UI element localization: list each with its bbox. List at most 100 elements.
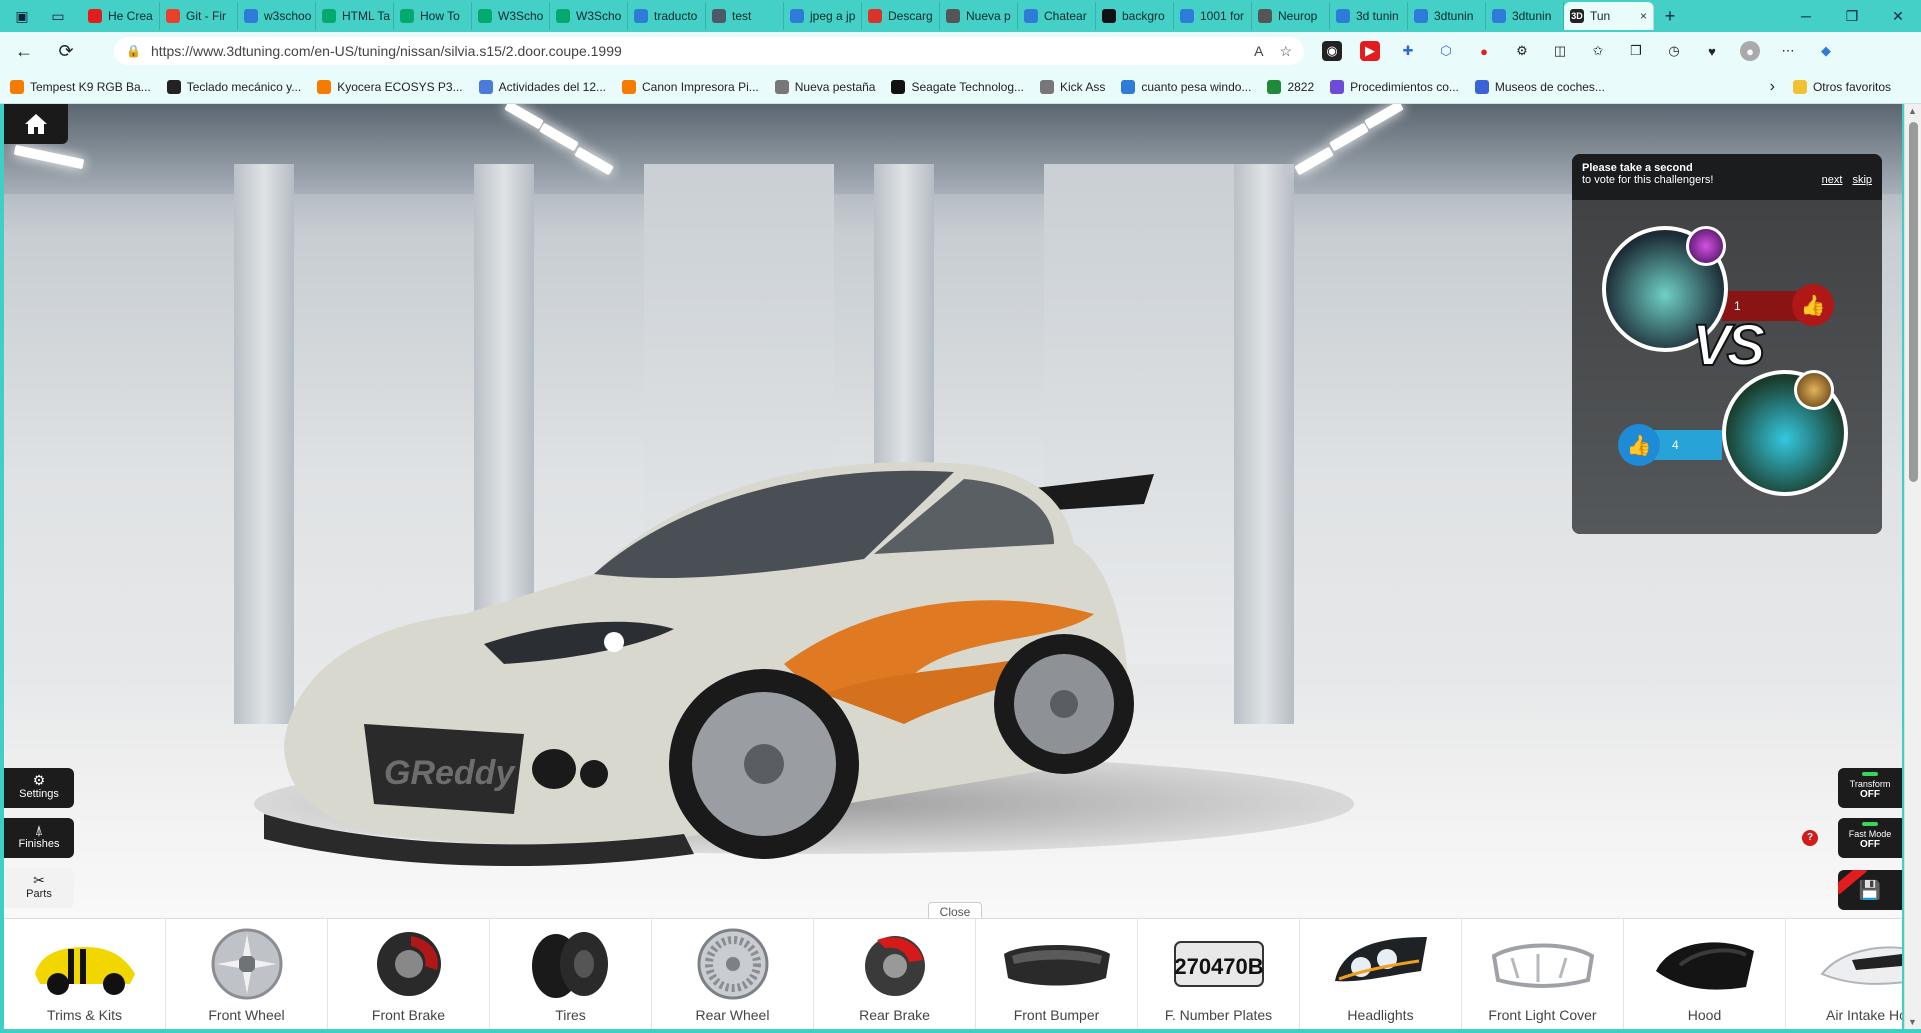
browser-tab[interactable]: 1001 for bbox=[1174, 2, 1252, 30]
browser-tab[interactable]: jpeg a jp bbox=[784, 2, 862, 30]
extension-4-icon[interactable]: ● bbox=[1474, 41, 1494, 61]
bookmark-item[interactable]: Nueva pestaña bbox=[774, 79, 875, 94]
history-icon[interactable]: ◷ bbox=[1664, 41, 1684, 61]
read-aloud-icon[interactable]: A bbox=[1254, 43, 1263, 60]
profile-avatar-icon[interactable]: ● bbox=[1740, 41, 1760, 61]
scrollbar-thumb[interactable] bbox=[1909, 122, 1918, 482]
part-category-item[interactable]: Hood bbox=[1624, 919, 1786, 1029]
browser-essentials-icon[interactable]: ♥ bbox=[1702, 41, 1722, 61]
part-category-item[interactable]: Tires bbox=[490, 919, 652, 1029]
part-category-item[interactable]: Air Intake Ho bbox=[1786, 919, 1902, 1029]
copilot-icon[interactable]: ◆ bbox=[1816, 41, 1836, 61]
extension-icon[interactable]: ◉ bbox=[1322, 41, 1342, 61]
part-category-item[interactable]: Trims & Kits bbox=[4, 919, 166, 1029]
tab-favicon-icon bbox=[556, 9, 570, 23]
browser-tab[interactable]: 3d tunin bbox=[1330, 2, 1408, 30]
bookmark-label: 2822 bbox=[1287, 79, 1315, 94]
split-screen-icon[interactable]: ◫ bbox=[1550, 41, 1570, 61]
youtube-extension-icon[interactable]: ▶ bbox=[1360, 41, 1380, 61]
browser-tab[interactable]: He Crea bbox=[82, 2, 160, 30]
part-category-item[interactable]: Front Wheel bbox=[166, 919, 328, 1029]
browser-tab[interactable]: 3dtunin bbox=[1408, 2, 1486, 30]
scroll-down-arrow-icon[interactable]: ▼ bbox=[1908, 1017, 1917, 1027]
help-badge[interactable]: ? bbox=[1802, 830, 1818, 846]
browser-tab[interactable]: W3Scho bbox=[550, 2, 628, 30]
parts-button[interactable]: ✂ Parts bbox=[4, 868, 74, 908]
favorite-star-icon[interactable]: ☆ bbox=[1279, 43, 1292, 60]
part-category-item[interactable]: 270470B F. Number Plates bbox=[1138, 919, 1300, 1029]
new-tab-button[interactable]: + bbox=[1654, 6, 1686, 27]
back-button[interactable]: ← bbox=[6, 36, 42, 66]
like-top-button[interactable]: 👍 bbox=[1792, 284, 1834, 326]
scroll-up-arrow-icon[interactable]: ▲ bbox=[1908, 106, 1917, 116]
browser-tab[interactable]: test bbox=[706, 2, 784, 30]
bookmark-item[interactable]: 2822 bbox=[1267, 79, 1315, 94]
bookmarks-overflow-button[interactable]: › bbox=[1770, 78, 1775, 96]
bookmark-item[interactable]: Procedimientos co... bbox=[1330, 79, 1459, 94]
refresh-button[interactable]: ⟳ bbox=[48, 36, 84, 66]
extension-2-icon[interactable]: ✚ bbox=[1398, 41, 1418, 61]
other-favorites-folder[interactable]: Otros favoritos bbox=[1792, 79, 1891, 94]
extension-3-icon[interactable]: ⬡ bbox=[1436, 41, 1456, 61]
browser-tab[interactable]: W3Scho bbox=[472, 2, 550, 30]
vote-skip-link[interactable]: skip bbox=[1852, 174, 1872, 186]
bookmark-item[interactable]: Kick Ass bbox=[1040, 79, 1105, 94]
restore-button[interactable]: ❐ bbox=[1829, 8, 1875, 25]
tab-active[interactable]: 3D Tun × bbox=[1564, 2, 1654, 30]
tab-actions-icon[interactable]: ▭ bbox=[44, 2, 72, 30]
tab-favicon-icon bbox=[868, 9, 882, 23]
browser-tab[interactable]: Nueva p bbox=[940, 2, 1018, 30]
more-menu-icon[interactable]: ⋯ bbox=[1778, 41, 1798, 61]
browser-tab[interactable]: traducto bbox=[628, 2, 706, 30]
part-category-item[interactable]: Front Bumper bbox=[976, 919, 1138, 1029]
extensions-puzzle-icon[interactable]: ⚙ bbox=[1512, 41, 1532, 61]
transform-state: OFF bbox=[1860, 789, 1880, 800]
part-category-item[interactable]: Front Brake bbox=[328, 919, 490, 1029]
tab-favicon-icon bbox=[1180, 9, 1194, 23]
close-tab-icon[interactable]: × bbox=[1640, 9, 1647, 23]
browser-tab-bar: ▣ ▭ He Crea Git - Fir w3schoo HTML Ta How To… bbox=[0, 0, 1921, 32]
part-category-item[interactable]: Front Light Cover bbox=[1462, 919, 1624, 1029]
bookmark-item[interactable]: Actividades del 12... bbox=[478, 79, 606, 94]
browser-tab[interactable]: HTML Ta bbox=[316, 2, 394, 30]
bookmark-item[interactable]: Kyocera ECOSYS P3... bbox=[317, 79, 463, 94]
browser-tab[interactable]: 3dtunin bbox=[1486, 2, 1564, 30]
browser-tab[interactable]: w3schoo bbox=[238, 2, 316, 30]
car-model[interactable]: GReddy bbox=[264, 344, 1404, 904]
transform-toggle[interactable]: Transform OFF bbox=[1838, 768, 1902, 808]
workspaces-icon[interactable]: ▣ bbox=[8, 2, 36, 30]
finishes-button[interactable]: ⍋ Finishes bbox=[4, 818, 74, 858]
page-scrollbar[interactable]: ▲ ▼ bbox=[1904, 104, 1921, 1029]
like-bottom-button[interactable]: 👍 bbox=[1618, 424, 1660, 466]
part-category-label: Front Light Cover bbox=[1488, 1007, 1597, 1023]
part-category-item[interactable]: Headlights bbox=[1300, 919, 1462, 1029]
browser-tab[interactable]: backgro bbox=[1096, 2, 1174, 30]
fast-mode-toggle[interactable]: Fast Mode OFF bbox=[1838, 818, 1902, 858]
bookmark-item[interactable]: Canon Impresora Pi... bbox=[622, 79, 759, 94]
collections-icon[interactable]: ❒ bbox=[1626, 41, 1646, 61]
bookmark-item[interactable]: Museos de coches... bbox=[1474, 79, 1605, 94]
browser-tab[interactable]: Descarg bbox=[862, 2, 940, 30]
settings-button[interactable]: ⚙ Settings bbox=[4, 768, 74, 808]
bookmark-item[interactable]: Tempest K9 RGB Ba... bbox=[10, 79, 151, 94]
browser-tab[interactable]: How To bbox=[394, 2, 472, 30]
home-button[interactable] bbox=[4, 104, 68, 144]
bookmark-favicon-icon bbox=[622, 79, 637, 94]
tuning-viewport[interactable]: GReddy Please take a second to vote for … bbox=[4, 104, 1902, 1029]
favorites-icon[interactable]: ✩ bbox=[1588, 41, 1608, 61]
part-category-item[interactable]: Rear Wheel bbox=[652, 919, 814, 1029]
tab-title: He Crea bbox=[108, 9, 153, 23]
bookmark-item[interactable]: Teclado mecánico y... bbox=[166, 79, 301, 94]
bookmark-item[interactable]: Seagate Technolog... bbox=[891, 79, 1024, 94]
browser-tab[interactable]: Neurop bbox=[1252, 2, 1330, 30]
thumbs-up-icon: 👍 bbox=[1800, 294, 1826, 317]
bookmark-item[interactable]: cuanto pesa windo... bbox=[1121, 79, 1251, 94]
browser-tab[interactable]: Chatear bbox=[1018, 2, 1096, 30]
close-window-button[interactable]: ✕ bbox=[1875, 8, 1921, 25]
address-bar[interactable]: 🔒 https://www.3dtuning.com/en-US/tuning/… bbox=[114, 37, 1304, 65]
vote-next-link[interactable]: next bbox=[1822, 174, 1843, 186]
save-button[interactable]: 💾 bbox=[1838, 870, 1902, 910]
browser-tab[interactable]: Git - Fir bbox=[160, 2, 238, 30]
minimize-button[interactable]: ─ bbox=[1783, 8, 1829, 25]
part-category-item[interactable]: Rear Brake bbox=[814, 919, 976, 1029]
